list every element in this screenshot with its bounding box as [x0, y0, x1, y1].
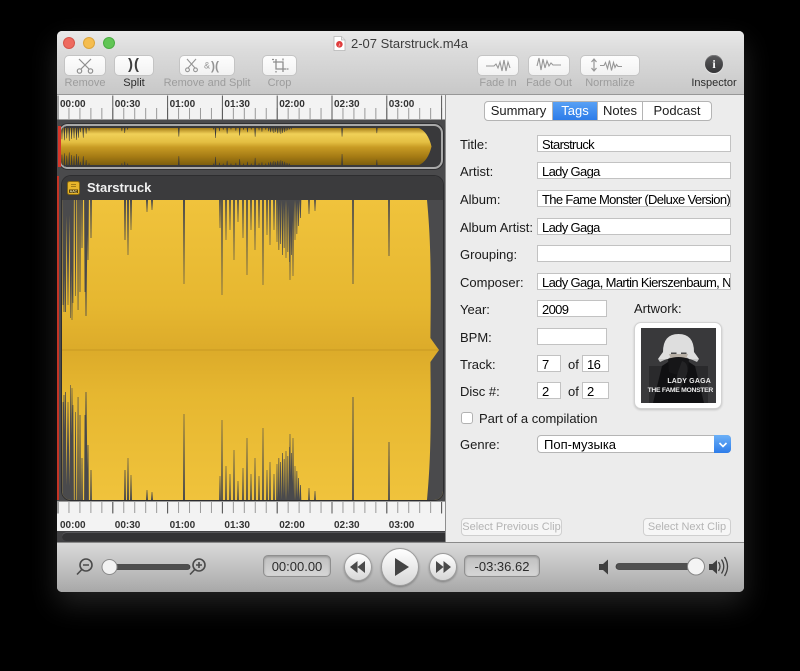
svg-text:00:00: 00:00	[60, 520, 86, 531]
svg-text:LADY GAGA: LADY GAGA	[667, 378, 711, 385]
svg-text:03:00: 03:00	[389, 520, 415, 531]
svg-text:01:30: 01:30	[224, 99, 250, 110]
svg-text:02:30: 02:30	[334, 520, 360, 531]
svg-text:00:30: 00:30	[115, 520, 141, 531]
svg-text:01:30: 01:30	[224, 520, 250, 531]
svg-text:01:00: 01:00	[170, 99, 196, 110]
svg-text:♪: ♪	[338, 42, 341, 48]
svg-text:)(: )(	[211, 59, 219, 73]
svg-text:02:00: 02:00	[279, 99, 305, 110]
svg-text:01:00: 01:00	[170, 520, 196, 531]
svg-text:&: &	[204, 61, 210, 71]
svg-text:02:00: 02:00	[279, 520, 305, 531]
svg-text:03:00: 03:00	[389, 99, 415, 110]
svg-text:00:30: 00:30	[115, 99, 141, 110]
svg-text:THE FAME MONSTER: THE FAME MONSTER	[648, 387, 714, 394]
svg-text:02:30: 02:30	[334, 99, 360, 110]
svg-text:00:00: 00:00	[60, 99, 86, 110]
svg-text:AAC: AAC	[70, 190, 78, 194]
